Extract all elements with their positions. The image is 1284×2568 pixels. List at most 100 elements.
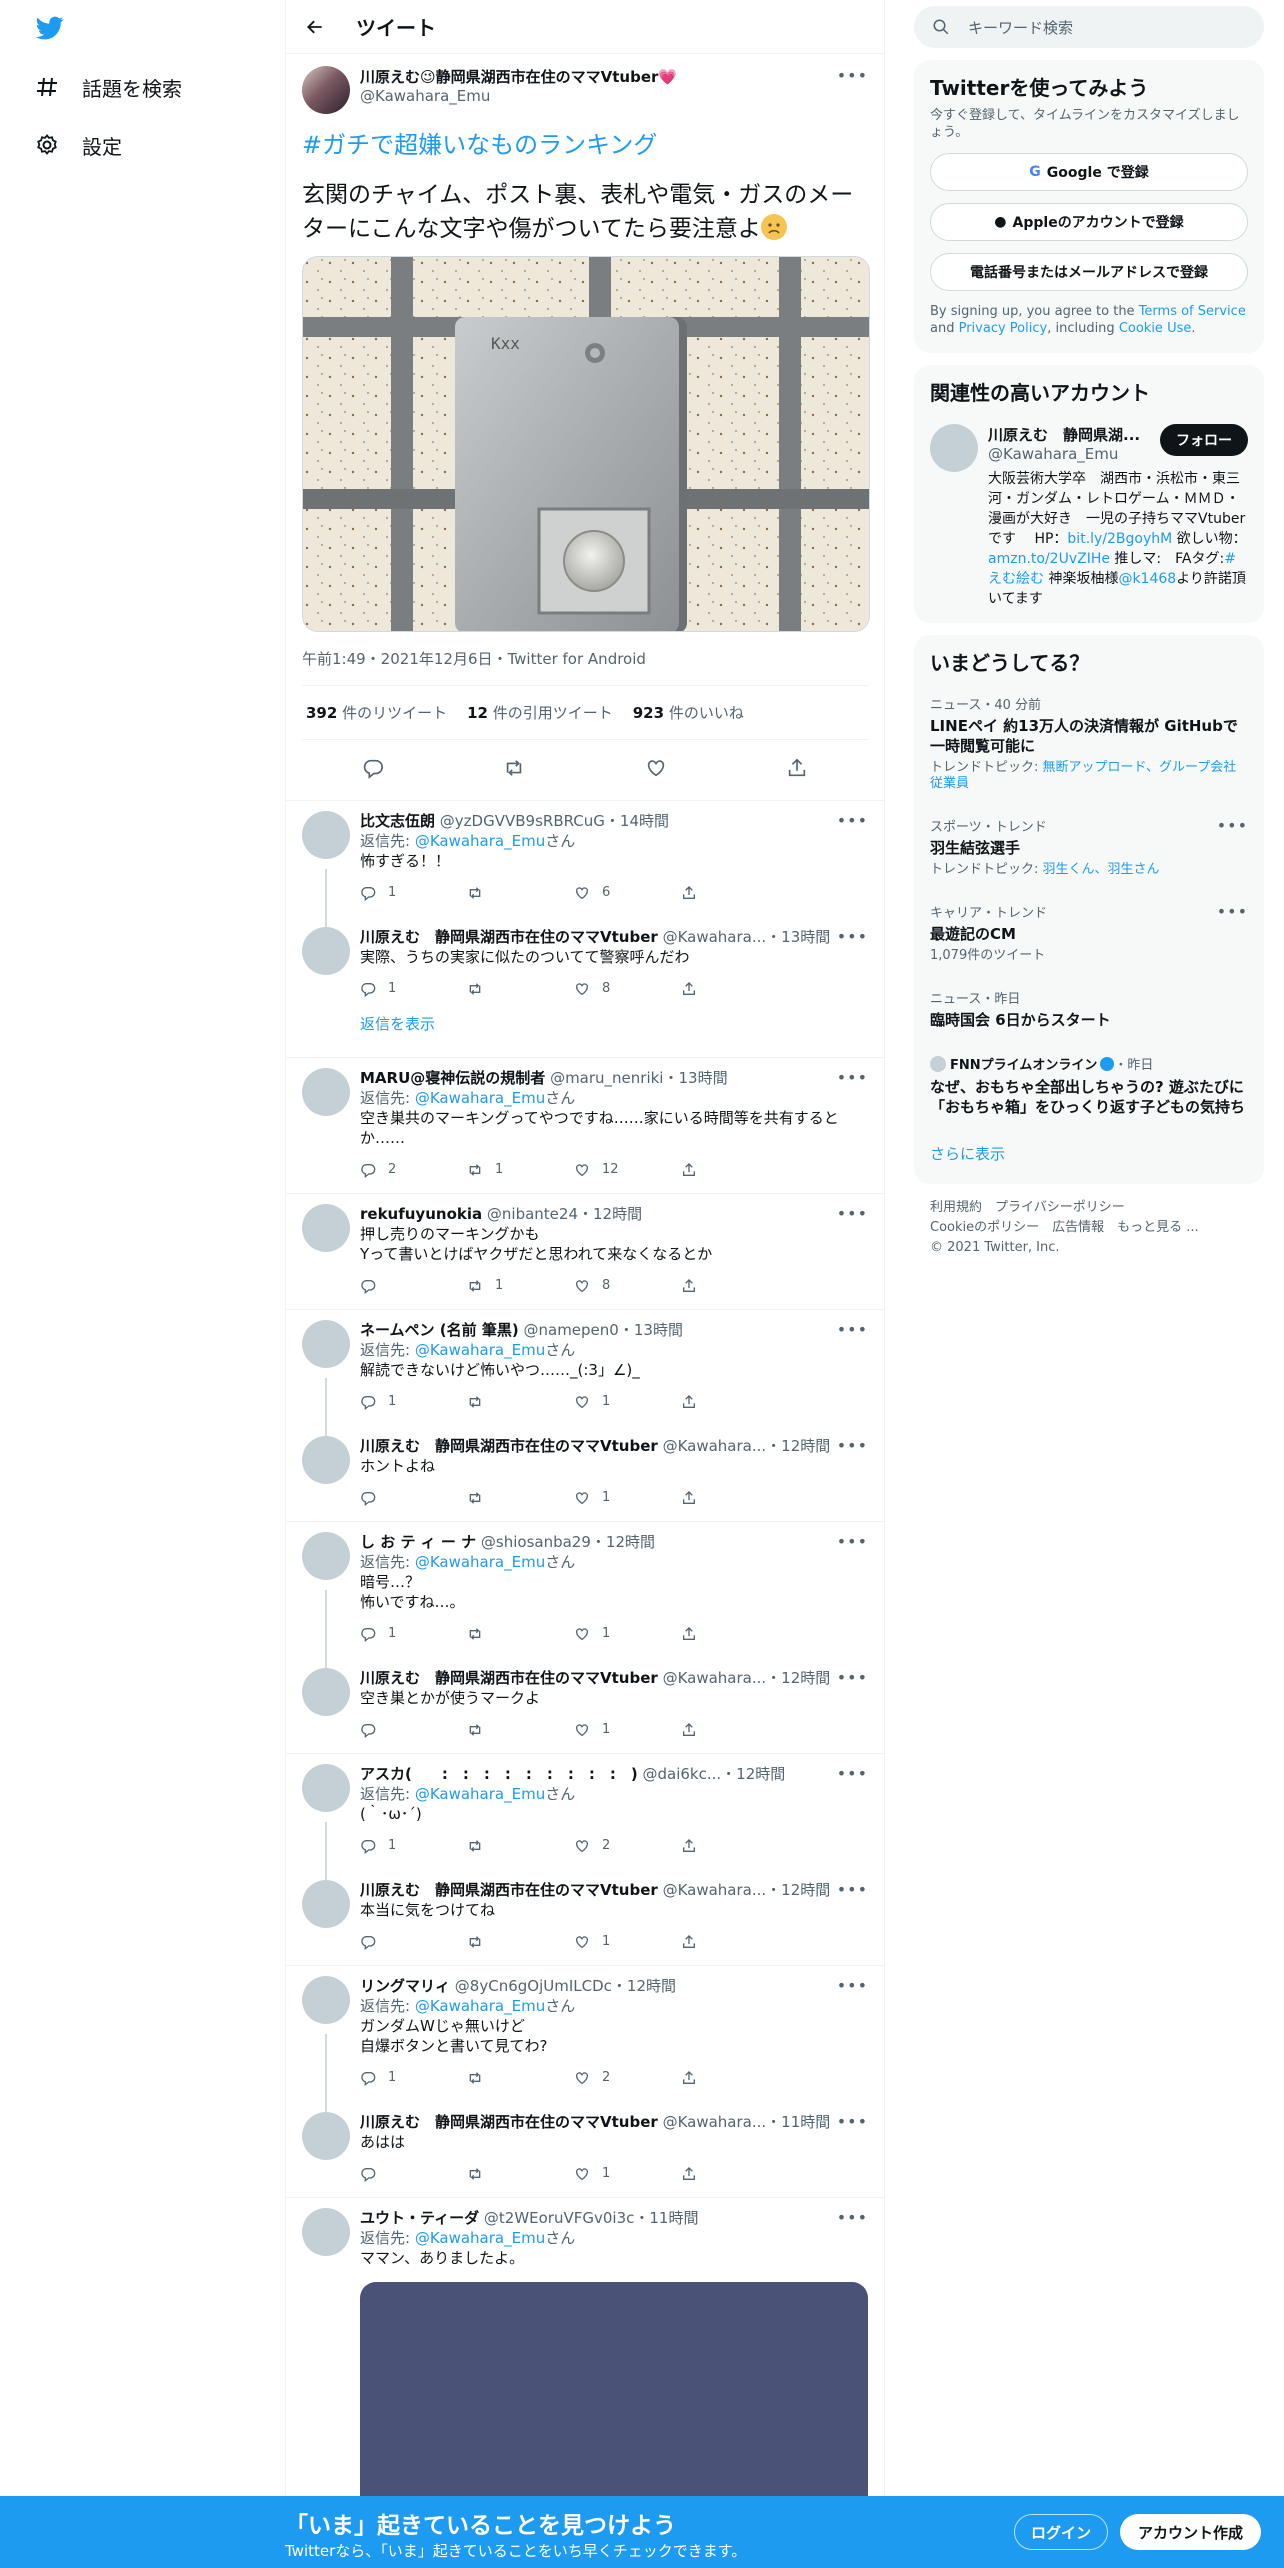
reply-time[interactable]: 12時間 xyxy=(606,1533,655,1551)
like-icon[interactable]: 1 xyxy=(574,1720,681,1740)
reply-tweet[interactable]: 川原えむ 静岡県湖西市在住のママVtuber @Kawahara...・12時間… xyxy=(286,1658,884,1742)
reply-tweet[interactable]: 比文志伍朗 @yzDGVVB9sRBRCuG・14時間 ••• 返信先: @Kawa… xyxy=(286,801,884,905)
reply-icon[interactable]: 1 xyxy=(360,1392,467,1412)
reply-time[interactable]: 12時間 xyxy=(781,1669,830,1687)
reply-icon[interactable]: 1 xyxy=(360,979,467,999)
more-options-icon[interactable]: ••• xyxy=(837,811,868,831)
trend-item[interactable]: スポーツ・トレンド ••• 羽生結弦選手 トレンドトピック: 羽生くん、羽生さん xyxy=(930,804,1248,890)
reply-image[interactable] xyxy=(360,2282,868,2522)
retweet-icon[interactable] xyxy=(467,1838,574,1854)
more-options-icon[interactable]: ••• xyxy=(837,1976,868,1996)
avatar[interactable] xyxy=(302,927,350,975)
like-icon[interactable]: 2 xyxy=(574,2068,681,2088)
retweet-icon[interactable] xyxy=(467,1722,574,1738)
reply-icon[interactable] xyxy=(360,1934,467,1950)
reply-to-link[interactable]: @Kawahara_Emu xyxy=(415,1997,545,2015)
retweet-icon[interactable] xyxy=(467,1490,574,1506)
reply-time[interactable]: 12時間 xyxy=(627,1977,676,1995)
retweet-icon[interactable] xyxy=(467,1394,574,1410)
avatar[interactable] xyxy=(302,2112,350,2160)
reply-to-link[interactable]: @Kawahara_Emu xyxy=(415,1785,545,1803)
reply-tweet[interactable]: 川原えむ 静岡県湖西市在住のママVtuber @Kawahara...・12時間… xyxy=(286,1870,884,1954)
reply-to-link[interactable]: @Kawahara_Emu xyxy=(415,832,545,850)
author-name[interactable]: 川原えむ😉静岡県湖西市在住のママVtuber💗 xyxy=(360,66,837,87)
retweet-icon[interactable] xyxy=(467,981,574,997)
avatar[interactable] xyxy=(302,1204,350,1252)
share-icon[interactable] xyxy=(786,757,808,783)
tweet-photo[interactable]: Kxx xyxy=(302,256,870,632)
retweet-icon[interactable] xyxy=(467,1626,574,1642)
reply-to-link[interactable]: @Kawahara_Emu xyxy=(415,2229,545,2247)
reply-tweet[interactable]: MARU@寝神伝説の規制者 @maru_nenriki・13時間 ••• 返信先: … xyxy=(286,1058,884,1182)
like-icon[interactable]: 1 xyxy=(574,1624,681,1644)
phone-signup-button[interactable]: 電話番号またはメールアドレスで登録 xyxy=(930,253,1248,291)
avatar[interactable] xyxy=(302,1068,350,1116)
share-icon[interactable] xyxy=(681,1162,788,1178)
reply-time[interactable]: 13時間 xyxy=(679,1069,728,1087)
show-more-trends[interactable]: さらに表示 xyxy=(930,1129,1248,1178)
related-name[interactable]: 川原えむ 静岡県湖... xyxy=(988,424,1140,445)
reply-icon[interactable] xyxy=(360,2166,467,2182)
reply-icon[interactable]: 1 xyxy=(360,1624,467,1644)
reply-tweet[interactable]: ネームペン (名前 筆黒) @namepen0・13時間 ••• 返信先: @Kaw… xyxy=(286,1310,884,1414)
reply-to-link[interactable]: @Kawahara_Emu xyxy=(415,1553,545,1571)
footer-line[interactable]: Cookieのポリシー 広告情報 もっと見る ... xyxy=(930,1218,1248,1238)
like-icon[interactable]: 1 xyxy=(574,1932,681,1952)
retweet-icon[interactable]: 1 xyxy=(467,1160,574,1180)
reply-time[interactable]: 13時間 xyxy=(634,1321,683,1339)
reply-author-name[interactable]: rekufuyunokia xyxy=(360,1205,482,1223)
share-icon[interactable] xyxy=(681,885,788,901)
reply-author-name[interactable]: 川原えむ 静岡県湖西市在住のママVtuber xyxy=(360,928,658,946)
login-button[interactable]: ログイン xyxy=(1014,2514,1109,2550)
retweet-icon[interactable]: 1 xyxy=(467,1276,574,1296)
avatar[interactable] xyxy=(302,1880,350,1928)
retweet-icon[interactable] xyxy=(467,2070,574,2086)
trend-item[interactable]: キャリア・トレンド ••• 最遊記のCM 1,079件のツイート xyxy=(930,890,1248,976)
like-icon[interactable]: 1 xyxy=(574,1392,681,1412)
reply-icon[interactable] xyxy=(360,1278,467,1294)
share-icon[interactable] xyxy=(681,1490,788,1506)
avatar[interactable] xyxy=(930,424,978,472)
bio-mention-link[interactable]: @k1468 xyxy=(1118,571,1176,587)
like-icon[interactable]: 1 xyxy=(574,1488,681,1508)
reply-icon[interactable] xyxy=(360,1722,467,1738)
avatar[interactable] xyxy=(302,1532,350,1580)
more-options-icon[interactable]: ••• xyxy=(837,1668,868,1688)
avatar[interactable] xyxy=(302,1320,350,1368)
reply-time[interactable]: 11時間 xyxy=(649,2209,698,2227)
more-options-icon[interactable]: ••• xyxy=(1217,816,1248,835)
share-icon[interactable] xyxy=(681,1722,788,1738)
reply-author-name[interactable]: ユウト・ティーダ xyxy=(360,2209,479,2227)
reply-author-name[interactable]: 川原えむ 静岡県湖西市在住のママVtuber xyxy=(360,1881,658,1899)
more-options-icon[interactable]: ••• xyxy=(837,2112,868,2132)
show-replies-link[interactable]: 返信を表示 xyxy=(302,1001,868,1046)
hashtag-link[interactable]: #ガチで超嫌いなものランキング xyxy=(302,128,868,162)
retweet-icon[interactable] xyxy=(467,1934,574,1950)
apple-signup-button[interactable]: ● Appleのアカウントで登録 xyxy=(930,203,1248,241)
share-icon[interactable] xyxy=(681,1394,788,1410)
share-icon[interactable] xyxy=(681,2166,788,2182)
reply-icon[interactable]: 1 xyxy=(360,1836,467,1856)
terms-link[interactable]: Terms of Service xyxy=(1139,304,1246,319)
news-item[interactable]: FNNプライムオンライン ・昨日 なぜ、おもちゃ全部出しちゃうの? 遊ぶたびに「… xyxy=(930,1042,1248,1129)
more-options-icon[interactable]: ••• xyxy=(837,1532,868,1552)
reply-tweet[interactable]: 川原えむ 静岡県湖西市在住のママVtuber @Kawahara...・13時間… xyxy=(286,917,884,1046)
reply-icon[interactable]: 1 xyxy=(360,2068,467,2088)
nav-explore[interactable]: 話題を検索 xyxy=(34,67,182,107)
reply-time[interactable]: 13時間 xyxy=(781,928,830,946)
reply-icon[interactable] xyxy=(362,757,384,783)
tweet-timestamp[interactable]: 午前1:49・2021年12月6日・Twitter for Android xyxy=(302,632,868,686)
trend-item[interactable]: ニュース・40 分前 LINEペイ 約13万人の決済情報が GitHubで一時閲覧… xyxy=(930,682,1248,804)
google-signup-button[interactable]: G Google で登録 xyxy=(930,153,1248,191)
reply-tweet[interactable]: rekufuyunokia @nibante24・12時間 ••• 押し売りのマーキ… xyxy=(286,1194,884,1298)
more-options-icon[interactable]: ••• xyxy=(837,1436,868,1456)
twitter-bird-icon[interactable] xyxy=(34,14,66,42)
avatar[interactable] xyxy=(302,2208,350,2256)
more-options-icon[interactable]: ••• xyxy=(837,1320,868,1340)
reply-author-name[interactable]: 川原えむ 静岡県湖西市在住のママVtuber xyxy=(360,1437,658,1455)
reply-author-name[interactable]: 川原えむ 静岡県湖西市在住のママVtuber xyxy=(360,1669,658,1687)
more-options-icon[interactable]: ••• xyxy=(837,1204,868,1224)
more-options-icon[interactable]: ••• xyxy=(837,66,868,85)
reply-time[interactable]: 14時間 xyxy=(620,812,669,830)
retweet-icon[interactable] xyxy=(467,885,574,901)
